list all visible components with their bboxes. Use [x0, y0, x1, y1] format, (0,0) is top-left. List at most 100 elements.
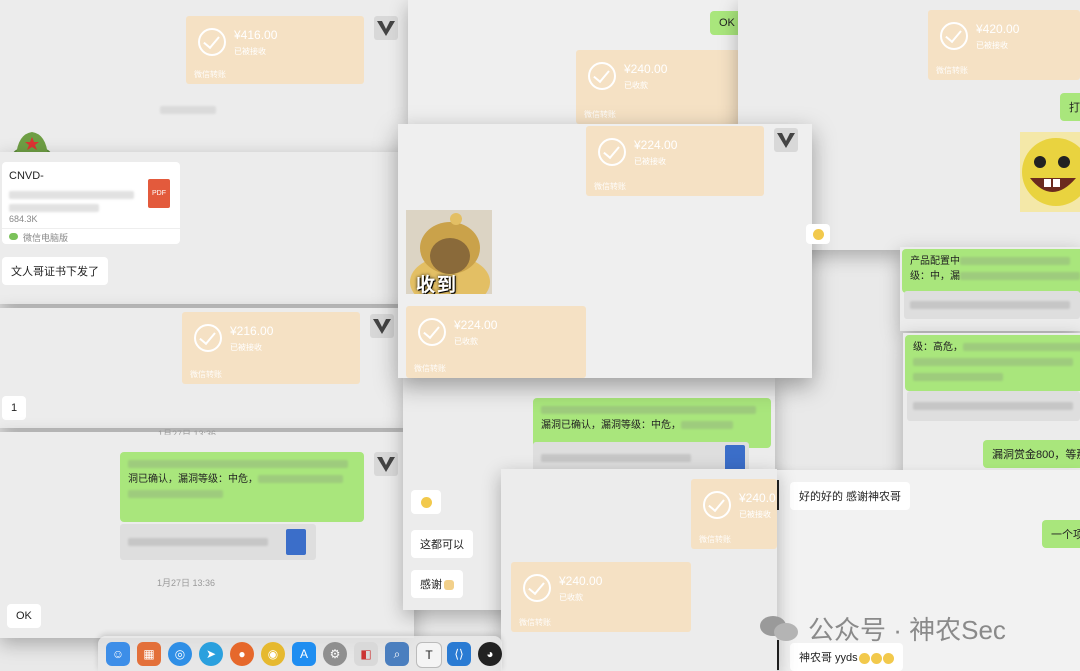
transfer-footer: 微信转账	[414, 364, 446, 373]
finder-icon[interactable]: ☺	[106, 642, 130, 666]
transfer-status: 已收款	[559, 593, 583, 602]
app-icon[interactable]: ◧	[354, 642, 378, 666]
message-bubble[interactable]: OK	[710, 11, 740, 35]
transfer-status: 已收款	[454, 337, 478, 346]
emoji-icon	[882, 652, 894, 664]
high-level-message[interactable]: 级：高危，	[905, 335, 1080, 391]
blurred-line	[913, 355, 1080, 370]
blurred-line	[913, 370, 1080, 385]
doc-file-icon	[286, 529, 306, 555]
logo-icon	[373, 319, 391, 334]
file-title: CNVD-	[9, 170, 44, 182]
transfer-card[interactable]: ¥420.00 已被接收 微信转账	[928, 10, 1080, 80]
product-config-message[interactable]: 产品配置中 级：中，漏	[902, 249, 1080, 293]
message-bubble[interactable]: 感谢	[411, 570, 463, 598]
message-bubble[interactable]	[411, 490, 441, 514]
message-text: 神农哥 yyds	[799, 652, 858, 664]
emoji-icon	[870, 652, 882, 664]
chrome-icon[interactable]: ◉	[261, 642, 285, 666]
avatar[interactable]	[374, 452, 398, 476]
check-icon	[598, 138, 626, 166]
message-bubble[interactable]: 打	[1060, 93, 1080, 121]
avatar[interactable]	[374, 16, 398, 40]
chat-panel-216: ¥216.00 已被接收 微信转账 1	[0, 308, 410, 428]
file-size: 684.3K	[9, 214, 38, 224]
message-bubble[interactable]: 一个项	[1042, 520, 1080, 548]
chat-panel-file: CNVD- 684.3K PDF 微信电脑版 文人哥证书下发了	[0, 152, 410, 304]
sticker-caption: 收到	[416, 275, 459, 294]
message-bubble[interactable]: 好的好的 感谢神农哥	[790, 482, 911, 510]
transfer-footer: 微信转账	[194, 70, 226, 79]
transfer-footer: 微信转账	[584, 110, 616, 119]
safari-icon[interactable]: ◎	[168, 642, 192, 666]
avatar[interactable]	[370, 314, 394, 338]
firefox-icon[interactable]: ●	[230, 642, 254, 666]
quoted-message[interactable]	[904, 291, 1080, 319]
file-card[interactable]: CNVD- 684.3K PDF 微信电脑版	[2, 162, 180, 244]
settings-icon[interactable]: ⚙	[323, 642, 347, 666]
message-bubble[interactable]: OK	[7, 604, 41, 628]
check-icon	[940, 22, 968, 50]
avatar[interactable]	[774, 128, 798, 152]
transfer-status: 已被接收	[976, 41, 1008, 50]
vscode-icon[interactable]: ⟨⟩	[447, 642, 471, 666]
chat-panel-top-left: ¥416.00 已被接收 微信转账	[0, 0, 410, 160]
pdf-icon: PDF	[148, 179, 170, 208]
transfer-footer: 微信转账	[699, 535, 731, 544]
transfer-card[interactable]: ¥224.00 已被接收 微信转账	[586, 126, 764, 196]
message-bubble[interactable]: 文人哥证书下发了	[2, 257, 108, 285]
transfer-card[interactable]: ¥240.00 已收款 微信转账	[511, 562, 691, 632]
quoted-message[interactable]	[907, 391, 1080, 421]
transfer-footer: 微信转账	[594, 182, 626, 191]
message-bubble[interactable]: 这都可以	[411, 530, 473, 558]
chat-panel-right-middle: 产品配置中 级：中，漏	[900, 247, 1080, 331]
laughing-sticker	[1020, 132, 1080, 212]
search-icon[interactable]: ⌕	[385, 642, 409, 666]
watermark-text: 公众号 · 神农Sec	[808, 614, 1006, 645]
file-source: 微信电脑版	[23, 233, 69, 243]
emoji-icon	[813, 228, 824, 240]
telegram-icon[interactable]: ➤	[199, 642, 223, 666]
quoted-file[interactable]	[120, 524, 316, 560]
transfer-card[interactable]: ¥240.00 已收款 微信转账	[576, 50, 740, 124]
chat-panel-bottom-left: 洞已确认，漏洞等级：中危， 1月27日 13:36 OK	[0, 432, 414, 638]
transfer-amount: ¥416.00	[234, 28, 278, 42]
emoji-icon	[421, 496, 432, 508]
transfer-card[interactable]: ¥216.00 已被接收 微信转账	[182, 312, 360, 384]
transfer-status: 已收款	[624, 81, 648, 90]
transfer-card[interactable]: ¥416.00 已被接收 微信转账	[186, 16, 364, 84]
launchpad-icon[interactable]: ▦	[137, 642, 161, 666]
message-bubble[interactable]	[806, 224, 830, 244]
typora-icon[interactable]: T	[416, 642, 442, 668]
check-icon	[418, 318, 446, 346]
wechat-icon	[9, 233, 18, 240]
check-icon	[703, 491, 731, 519]
transfer-amount: ¥240.00	[559, 574, 603, 588]
transfer-amount: ¥224.00	[634, 138, 678, 152]
transfer-footer: 微信转账	[190, 370, 222, 379]
check-icon	[588, 62, 616, 90]
blurred-timestamp	[160, 101, 216, 119]
appstore-icon[interactable]: A	[292, 642, 316, 666]
qq-icon[interactable]: ◕	[478, 642, 502, 666]
vulnerability-message[interactable]: 漏洞已确认，漏洞等级：中危，	[533, 398, 771, 448]
pray-emoji-icon	[444, 580, 454, 591]
capybara-sticker: 收到	[406, 210, 492, 294]
laughing-face-icon	[1020, 132, 1080, 212]
vulnerability-message[interactable]: 洞已确认，漏洞等级：中危，	[120, 452, 364, 522]
transfer-card[interactable]: ¥224.00 已收款 微信转账	[406, 306, 586, 378]
message-bubble[interactable]: 1	[2, 396, 27, 420]
check-icon	[194, 324, 222, 352]
transfer-status: 已被接收	[230, 343, 262, 352]
message-text: 产品配置中	[910, 256, 960, 267]
macos-dock: ☺ ▦ ◎ ➤ ● ◉ A ⚙ ◧ ⌕ T ⟨⟩ ◕	[98, 636, 502, 671]
chat-panel-top-middle: OK ¥240.00 已收款 微信转账	[408, 0, 740, 124]
timestamp: 1月27日 13:36	[157, 578, 216, 588]
transfer-card[interactable]: ¥240.0 已被接收 微信转账	[691, 479, 777, 549]
message-text: 漏洞已确认，漏洞等级：中危，	[541, 420, 681, 431]
transfer-amount: ¥216.00	[230, 324, 274, 338]
message-bubble[interactable]: 漏洞赏金800，等那	[983, 440, 1080, 468]
chat-panel-bottom-center: ¥240.0 已被接收 微信转账 ¥240.00 已收款 微信转账	[501, 469, 777, 671]
message-bubble[interactable]: 神农哥 yyds	[790, 643, 903, 671]
logo-icon	[777, 133, 795, 148]
